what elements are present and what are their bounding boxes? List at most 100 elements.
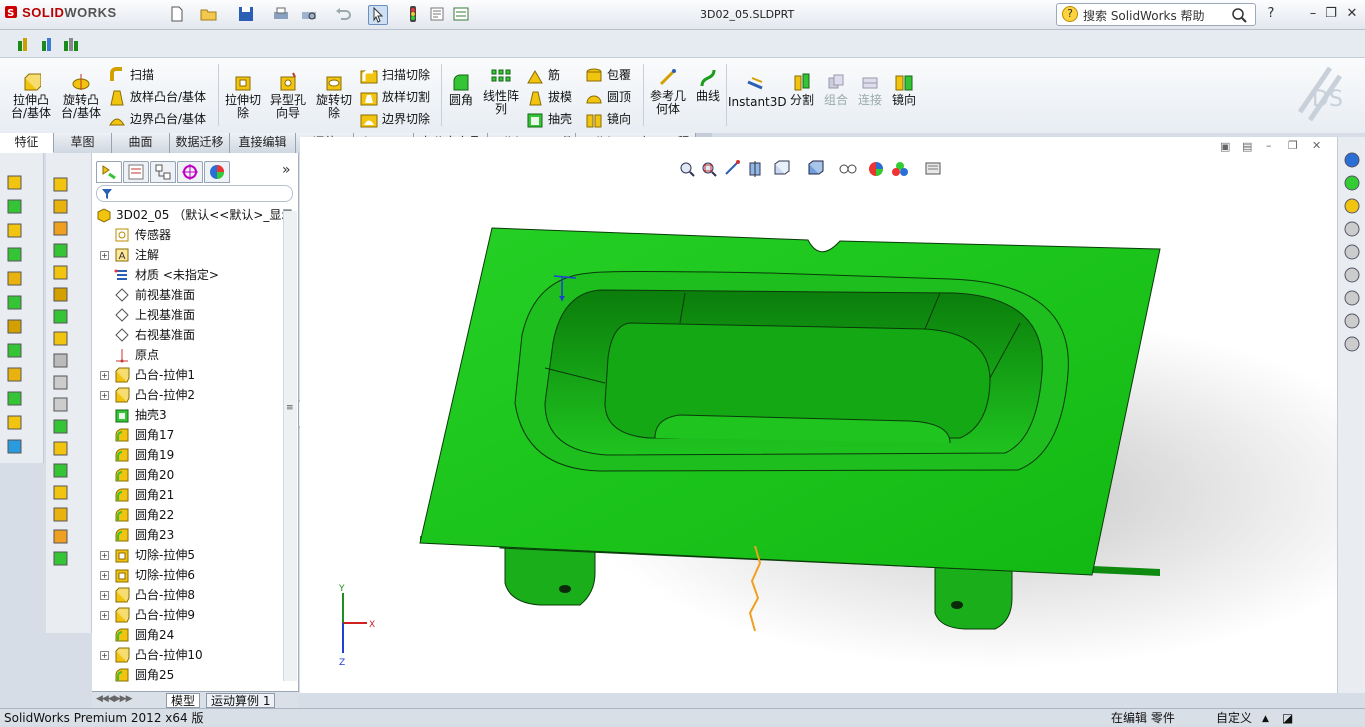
print-icon[interactable] bbox=[272, 5, 292, 25]
select-arrow-icon[interactable] bbox=[368, 5, 388, 25]
viewport-tile-icon[interactable]: ▣ bbox=[1220, 140, 1230, 153]
fillet-button[interactable]: 圆角 bbox=[444, 72, 478, 107]
dome-shortcut-icon[interactable] bbox=[52, 285, 70, 303]
print-preview-icon[interactable] bbox=[300, 5, 320, 25]
rib-shortcut-icon[interactable] bbox=[52, 219, 70, 237]
feature-tree-item[interactable]: + 凸台-拉伸9 bbox=[92, 605, 282, 625]
configuration-manager-icon[interactable] bbox=[62, 35, 80, 53]
revolve-icon[interactable] bbox=[52, 175, 70, 193]
feature-manager-icon[interactable] bbox=[16, 35, 34, 53]
expand-toggle-icon[interactable]: + bbox=[100, 591, 109, 600]
feature-tree-item[interactable]: 圆角19 bbox=[92, 445, 282, 465]
sweep-shortcut-icon[interactable] bbox=[6, 245, 24, 263]
feature-tree-filter-input[interactable] bbox=[96, 185, 293, 202]
linear-pattern-button[interactable]: 线性阵 列 bbox=[480, 68, 522, 116]
mirror-button[interactable]: 镜向 bbox=[585, 110, 631, 130]
tab-2[interactable]: 曲面 bbox=[112, 133, 170, 153]
sweep-cut-shortcut-icon[interactable] bbox=[52, 505, 70, 523]
tab-0[interactable]: 特征 bbox=[0, 133, 54, 153]
tab-model[interactable]: 模型 bbox=[166, 693, 201, 708]
rebuild-icon[interactable] bbox=[404, 5, 424, 25]
save-icon[interactable] bbox=[237, 5, 257, 25]
property-manager-icon[interactable] bbox=[40, 35, 58, 53]
rebuild-status-icon[interactable]: ◪ bbox=[1282, 710, 1293, 726]
fillet-shortcut-icon[interactable] bbox=[6, 221, 24, 239]
feature-tree-item[interactable]: + A 注解 bbox=[92, 245, 282, 265]
mirror-body-button[interactable]: 镜向 bbox=[888, 72, 920, 107]
revolve-boss-button[interactable]: 旋转凸 台/基体 bbox=[58, 72, 104, 120]
expand-toggle-icon[interactable]: + bbox=[100, 551, 109, 560]
join-button[interactable]: 连接 bbox=[854, 72, 886, 107]
tab-1[interactable]: 草图 bbox=[54, 133, 112, 153]
resources-icon[interactable] bbox=[1343, 151, 1361, 169]
loft-button[interactable]: 放样凸台/基体 bbox=[108, 88, 206, 108]
dome-button[interactable]: 圆顶 bbox=[585, 88, 631, 108]
open-folder-icon[interactable] bbox=[200, 5, 220, 25]
viewport-minimize-icon[interactable]: – bbox=[1266, 139, 1272, 152]
instant3d-shortcut-icon[interactable] bbox=[6, 413, 24, 431]
propertymanager-tab-icon[interactable] bbox=[123, 161, 149, 183]
expand-toggle-icon[interactable]: + bbox=[100, 371, 109, 380]
undo-icon[interactable] bbox=[334, 5, 354, 25]
wrap-button[interactable]: 包覆 bbox=[585, 66, 631, 86]
configurationmanager-tab-icon[interactable] bbox=[150, 161, 176, 183]
feature-tree-item[interactable]: 材质 <未指定> bbox=[92, 265, 282, 285]
extrude-icon[interactable] bbox=[6, 197, 24, 215]
custom-properties-icon[interactable] bbox=[1343, 266, 1361, 284]
expand-toggle-icon[interactable]: + bbox=[100, 571, 109, 580]
feature-tree-item[interactable]: 圆角23 bbox=[92, 525, 282, 545]
join-shortcut-icon[interactable] bbox=[52, 373, 70, 391]
reference-geometry-button[interactable]: 参考几 何体 bbox=[646, 68, 690, 116]
revolve-cut-button[interactable]: 旋转切 除 bbox=[312, 72, 356, 120]
expand-toggle-icon[interactable]: + bbox=[100, 651, 109, 660]
search-icon[interactable] bbox=[1231, 7, 1247, 23]
rib-button[interactable]: 筋 bbox=[526, 66, 560, 86]
boundary-cut-button[interactable]: 边界切除 bbox=[360, 110, 430, 130]
wrap-shortcut-icon[interactable] bbox=[52, 263, 70, 281]
featuremanager-tab-icon[interactable] bbox=[96, 161, 122, 183]
restore-button[interactable]: ❐ bbox=[1323, 6, 1339, 22]
draft-button[interactable]: 拔模 bbox=[526, 88, 572, 108]
feature-tree-item[interactable]: 传感器 bbox=[92, 225, 282, 245]
feature-tree-item[interactable]: + 凸台-拉伸2 bbox=[92, 385, 282, 405]
draft-shortcut-icon[interactable] bbox=[52, 549, 70, 567]
help-menu-button[interactable]: ? bbox=[1263, 6, 1279, 22]
combine-shortcut-icon[interactable] bbox=[52, 351, 70, 369]
split-shortcut-icon[interactable] bbox=[52, 329, 70, 347]
units-dropdown[interactable]: 自定义 bbox=[1216, 710, 1252, 726]
expand-toggle-icon[interactable]: + bbox=[100, 251, 109, 260]
reference-icon[interactable] bbox=[6, 365, 24, 383]
dimxpert-tab-icon[interactable] bbox=[177, 161, 203, 183]
rib-shortcut-icon[interactable] bbox=[52, 527, 70, 545]
feature-tree-item[interactable]: + 切除-拉伸5 bbox=[92, 545, 282, 565]
feature-tree-item[interactable]: 圆角20 bbox=[92, 465, 282, 485]
curves-shortcut-icon[interactable] bbox=[52, 417, 70, 435]
appearances-icon[interactable] bbox=[1343, 243, 1361, 261]
file-properties-icon[interactable] bbox=[428, 5, 448, 25]
fillet-small-icon[interactable] bbox=[52, 461, 70, 479]
boundary-boss-button[interactable]: 边界凸台/基体 bbox=[108, 110, 206, 130]
linear-pattern-icon[interactable] bbox=[6, 341, 24, 359]
feature-tree-item[interactable]: 圆角17 bbox=[92, 425, 282, 445]
help-search-input[interactable]: ? 搜索 SolidWorks 帮助 bbox=[1056, 3, 1256, 26]
solidworks-logo[interactable]: S SOLIDWORKS bbox=[4, 5, 117, 25]
instant3d-button[interactable]: Instant3D bbox=[728, 74, 787, 109]
design-library-icon[interactable] bbox=[1343, 174, 1361, 192]
forum-icon[interactable] bbox=[1343, 335, 1361, 353]
extrude-boss-button[interactable]: 拉伸凸 台/基体 bbox=[8, 72, 54, 120]
view-palette-icon[interactable] bbox=[1343, 220, 1361, 238]
feature-tree-item[interactable]: 右视基准面 bbox=[92, 325, 282, 345]
feature-tree-item[interactable]: 圆角21 bbox=[92, 485, 282, 505]
loft-cut-button[interactable]: 放样切割 bbox=[360, 88, 430, 108]
mirror-shortcut-icon[interactable] bbox=[52, 307, 70, 325]
extrude-cut-button[interactable]: 拉伸切 除 bbox=[222, 72, 264, 120]
combine-button[interactable]: 组合 bbox=[820, 72, 852, 107]
pattern-icon[interactable] bbox=[6, 317, 24, 335]
file-explorer-icon[interactable] bbox=[1343, 197, 1361, 215]
feature-tree-item[interactable]: + 切除-拉伸6 bbox=[92, 565, 282, 585]
draft-shortcut-icon[interactable] bbox=[52, 241, 70, 259]
minimize-button[interactable]: – bbox=[1305, 6, 1321, 22]
flex-icon[interactable] bbox=[6, 437, 24, 455]
graphics-area[interactable]: Y X Z bbox=[300, 153, 1337, 693]
tab-motion-study-1[interactable]: 运动算例 1 bbox=[206, 693, 276, 708]
